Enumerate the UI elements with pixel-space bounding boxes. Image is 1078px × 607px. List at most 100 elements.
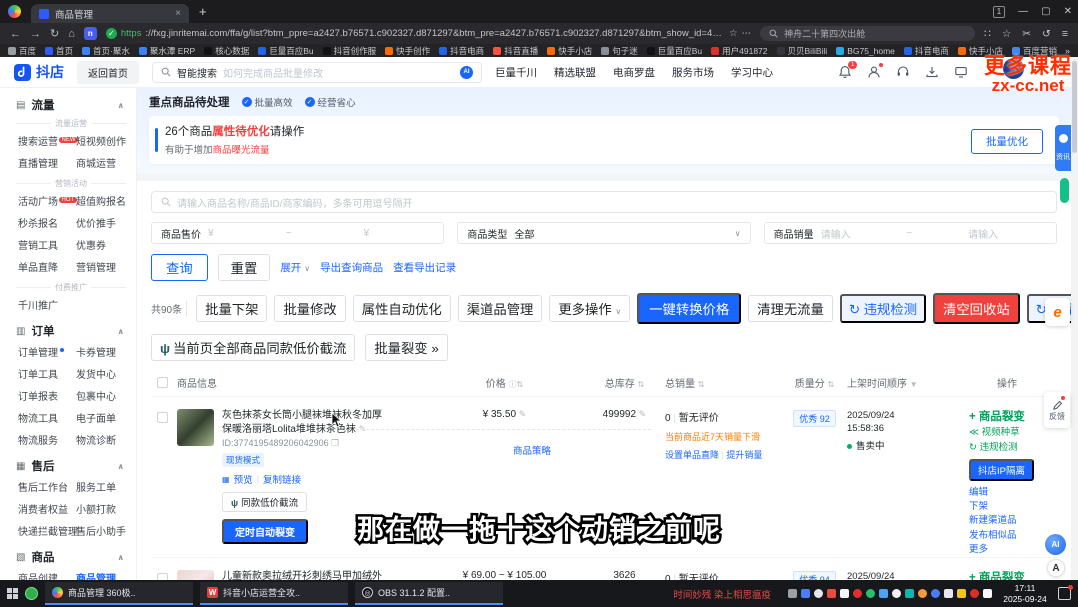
tray-icon[interactable] (801, 589, 810, 598)
download-count-badge[interactable]: 1 (993, 6, 1005, 18)
tray-icon[interactable] (905, 589, 914, 598)
new-tab-button[interactable]: + (199, 4, 207, 19)
sidebar-item[interactable]: 包裹中心 (76, 388, 131, 403)
home-icon[interactable]: ⌂ (68, 28, 75, 40)
product-image[interactable] (177, 409, 214, 446)
product-image[interactable] (177, 570, 214, 580)
sidebar-item[interactable]: 短视频创作 (76, 133, 131, 148)
sidebar-item[interactable]: 电子面单 (76, 410, 131, 425)
screenshot-icon[interactable]: ✂ (1022, 28, 1031, 40)
favorites-icon[interactable]: ☆ (1002, 28, 1011, 40)
select-all-checkbox[interactable] (157, 377, 168, 388)
browser-logo-icon[interactable] (8, 5, 21, 18)
product-type-select[interactable]: 商品类型 全部 ∨ (457, 222, 750, 244)
sidebar-item[interactable]: 订单工具 (18, 366, 76, 381)
set-direct-discount-link[interactable]: 设置单品直降 (665, 450, 719, 460)
sidebar-item[interactable]: 物流服务 (18, 432, 76, 447)
batch-optimize-button[interactable]: 批量优化 (971, 129, 1043, 154)
tray-icon[interactable] (814, 589, 823, 598)
security-tray-icon[interactable] (25, 587, 38, 600)
product-title[interactable]: 灰色抹茶女长筒小腿袜堆袜秋冬加厚保暖洛丽塔Lolita堆堆抹茶色袜 ✎ (222, 409, 390, 436)
bookmark-item[interactable]: 核心数据 (204, 45, 249, 57)
bookmark-item[interactable]: BG75_home (836, 46, 895, 56)
sidebar-section-header[interactable]: ▥ 订单 ∧ (16, 320, 136, 342)
maximize-button[interactable]: ▢ (1041, 6, 1050, 17)
sidebar-section-header[interactable]: ▦ 售后 ∧ (16, 455, 136, 477)
tray-icon[interactable] (840, 589, 849, 598)
chevron-up-icon[interactable]: ∧ (118, 327, 125, 336)
bookmark-item[interactable]: 抖音电商 (904, 45, 949, 57)
reset-button[interactable]: 重置 (218, 254, 271, 281)
green-widget[interactable] (1060, 178, 1069, 203)
price-range-filter[interactable]: 商品售价¥ ~ ¥ (151, 222, 444, 244)
op-link[interactable]: 编辑 (969, 486, 988, 500)
apps-grid-icon[interactable]: ∷ (984, 28, 991, 40)
bookmark-item[interactable]: 抖音创作服 (323, 45, 377, 57)
customer-service-icon[interactable] (896, 65, 910, 79)
tab-close-icon[interactable]: × (175, 8, 181, 19)
ip-isolation-button[interactable]: 抖店IP隔离 (969, 459, 1034, 481)
notification-center-icon[interactable] (1058, 587, 1071, 600)
intercept-all-button[interactable]: ψ当前页全部商品同款低价截流 (151, 334, 355, 361)
bookmark-item[interactable]: 首页 (45, 45, 73, 57)
forward-icon[interactable]: → (30, 28, 41, 40)
taskbar-app-doc[interactable]: W 抖音小店运营全攻.. (200, 582, 348, 605)
page-scrollbar[interactable] (1071, 57, 1078, 580)
close-button[interactable]: ✕ (1064, 6, 1072, 17)
taskbar-app-obs[interactable]: ◎ OBS 31.1.2 配置.. (355, 582, 503, 605)
clean-traffic-button[interactable]: 清理无流量 (748, 295, 833, 322)
sidebar-section-header[interactable]: ▧ 商品 ∧ (16, 546, 136, 568)
violation-check-button[interactable]: ↻ 违规检测 (840, 294, 926, 323)
toolbar-button[interactable]: 批量下架 (196, 295, 267, 322)
chevron-up-icon[interactable]: ∧ (118, 553, 125, 562)
boost-sales-link[interactable]: 提升销量 (726, 450, 762, 460)
undo-icon[interactable]: ↺ (1042, 28, 1051, 40)
bookmarks-overflow-icon[interactable]: » (1065, 46, 1070, 56)
bookmark-item[interactable]: 用户491872 (711, 45, 767, 57)
sidebar-item[interactable]: 搜索运营NEW (18, 133, 76, 148)
toolbar-button[interactable]: 渠道品管理 (458, 295, 543, 322)
sidebar-item[interactable]: 订单管理 (18, 344, 76, 359)
header-nav-item[interactable]: 电商罗盘 (613, 65, 655, 80)
refresh-icon[interactable]: ↻ (50, 27, 59, 40)
sidebar-item[interactable]: 卡券管理 (76, 344, 131, 359)
scrollbar-thumb[interactable] (1072, 61, 1077, 153)
sidebar-item[interactable]: 商品管理 (76, 570, 131, 580)
header-nav-item[interactable]: 巨量千川 (495, 65, 537, 80)
copy-link[interactable]: 复制链接 (263, 472, 301, 486)
product-title[interactable]: 儿童新款奥拉绒开衫刺绣马甲加绒外穿洋气加厚保暖立领秋冬季坎肩 ✎ (222, 570, 390, 580)
sidebar-item[interactable]: 直播管理 (18, 155, 76, 170)
sidebar-item[interactable]: 订单报表 (18, 388, 76, 403)
toolbar-button[interactable]: 属性自动优化 (353, 295, 451, 322)
row-checkbox[interactable] (157, 573, 168, 580)
sidebar-item[interactable]: 优价推手 (76, 215, 131, 230)
col-quality[interactable]: 质量分 ⇅ (782, 375, 847, 390)
taskbar-clock[interactable]: 17:11 2025-09-24 (999, 583, 1051, 603)
tray-icon[interactable] (853, 589, 862, 598)
taskbar-ticker[interactable]: 时间妙残 染上相思瘟疫 (673, 587, 771, 601)
quality-badge[interactable]: 优秀 94 (793, 571, 836, 580)
chevron-up-icon[interactable]: ∧ (118, 462, 125, 471)
bookmark-item[interactable]: 聚水潭 ERP (139, 45, 195, 57)
sidebar-item[interactable]: 商品创建 (18, 570, 76, 580)
export-history-link[interactable]: 查看导出记录 (393, 260, 456, 275)
convert-price-button[interactable]: 一键转换价格 (637, 293, 741, 324)
account-icon[interactable] (867, 65, 881, 79)
tray-icon[interactable] (866, 589, 875, 598)
expand-link[interactable]: 展开 ∨ (280, 260, 310, 275)
violation-check-link[interactable]: ↻ 违规检测 (969, 441, 1018, 455)
sales-range-filter[interactable]: 商品销量 请输入 ~ 请输入 (764, 222, 1057, 244)
tray-icon[interactable] (892, 589, 901, 598)
more-actions-button[interactable]: 更多操作 ∨ (549, 295, 630, 322)
tray-icon[interactable] (983, 589, 992, 598)
edit-icon[interactable]: ✎ (519, 409, 527, 419)
plugin-logo[interactable]: e (1045, 298, 1070, 326)
minimize-button[interactable]: — (1018, 6, 1028, 17)
bookmark-item[interactable]: 抖音电商 (439, 45, 484, 57)
tray-icon[interactable] (827, 589, 836, 598)
row-checkbox[interactable] (157, 412, 168, 423)
export-link[interactable]: 导出查询商品 (320, 260, 383, 275)
product-fission-link[interactable]: + 商品裂变 (969, 409, 1025, 426)
sidebar-item[interactable]: 秒杀报名 (18, 215, 76, 230)
bookmark-item[interactable]: 快手小店 (958, 45, 1003, 57)
